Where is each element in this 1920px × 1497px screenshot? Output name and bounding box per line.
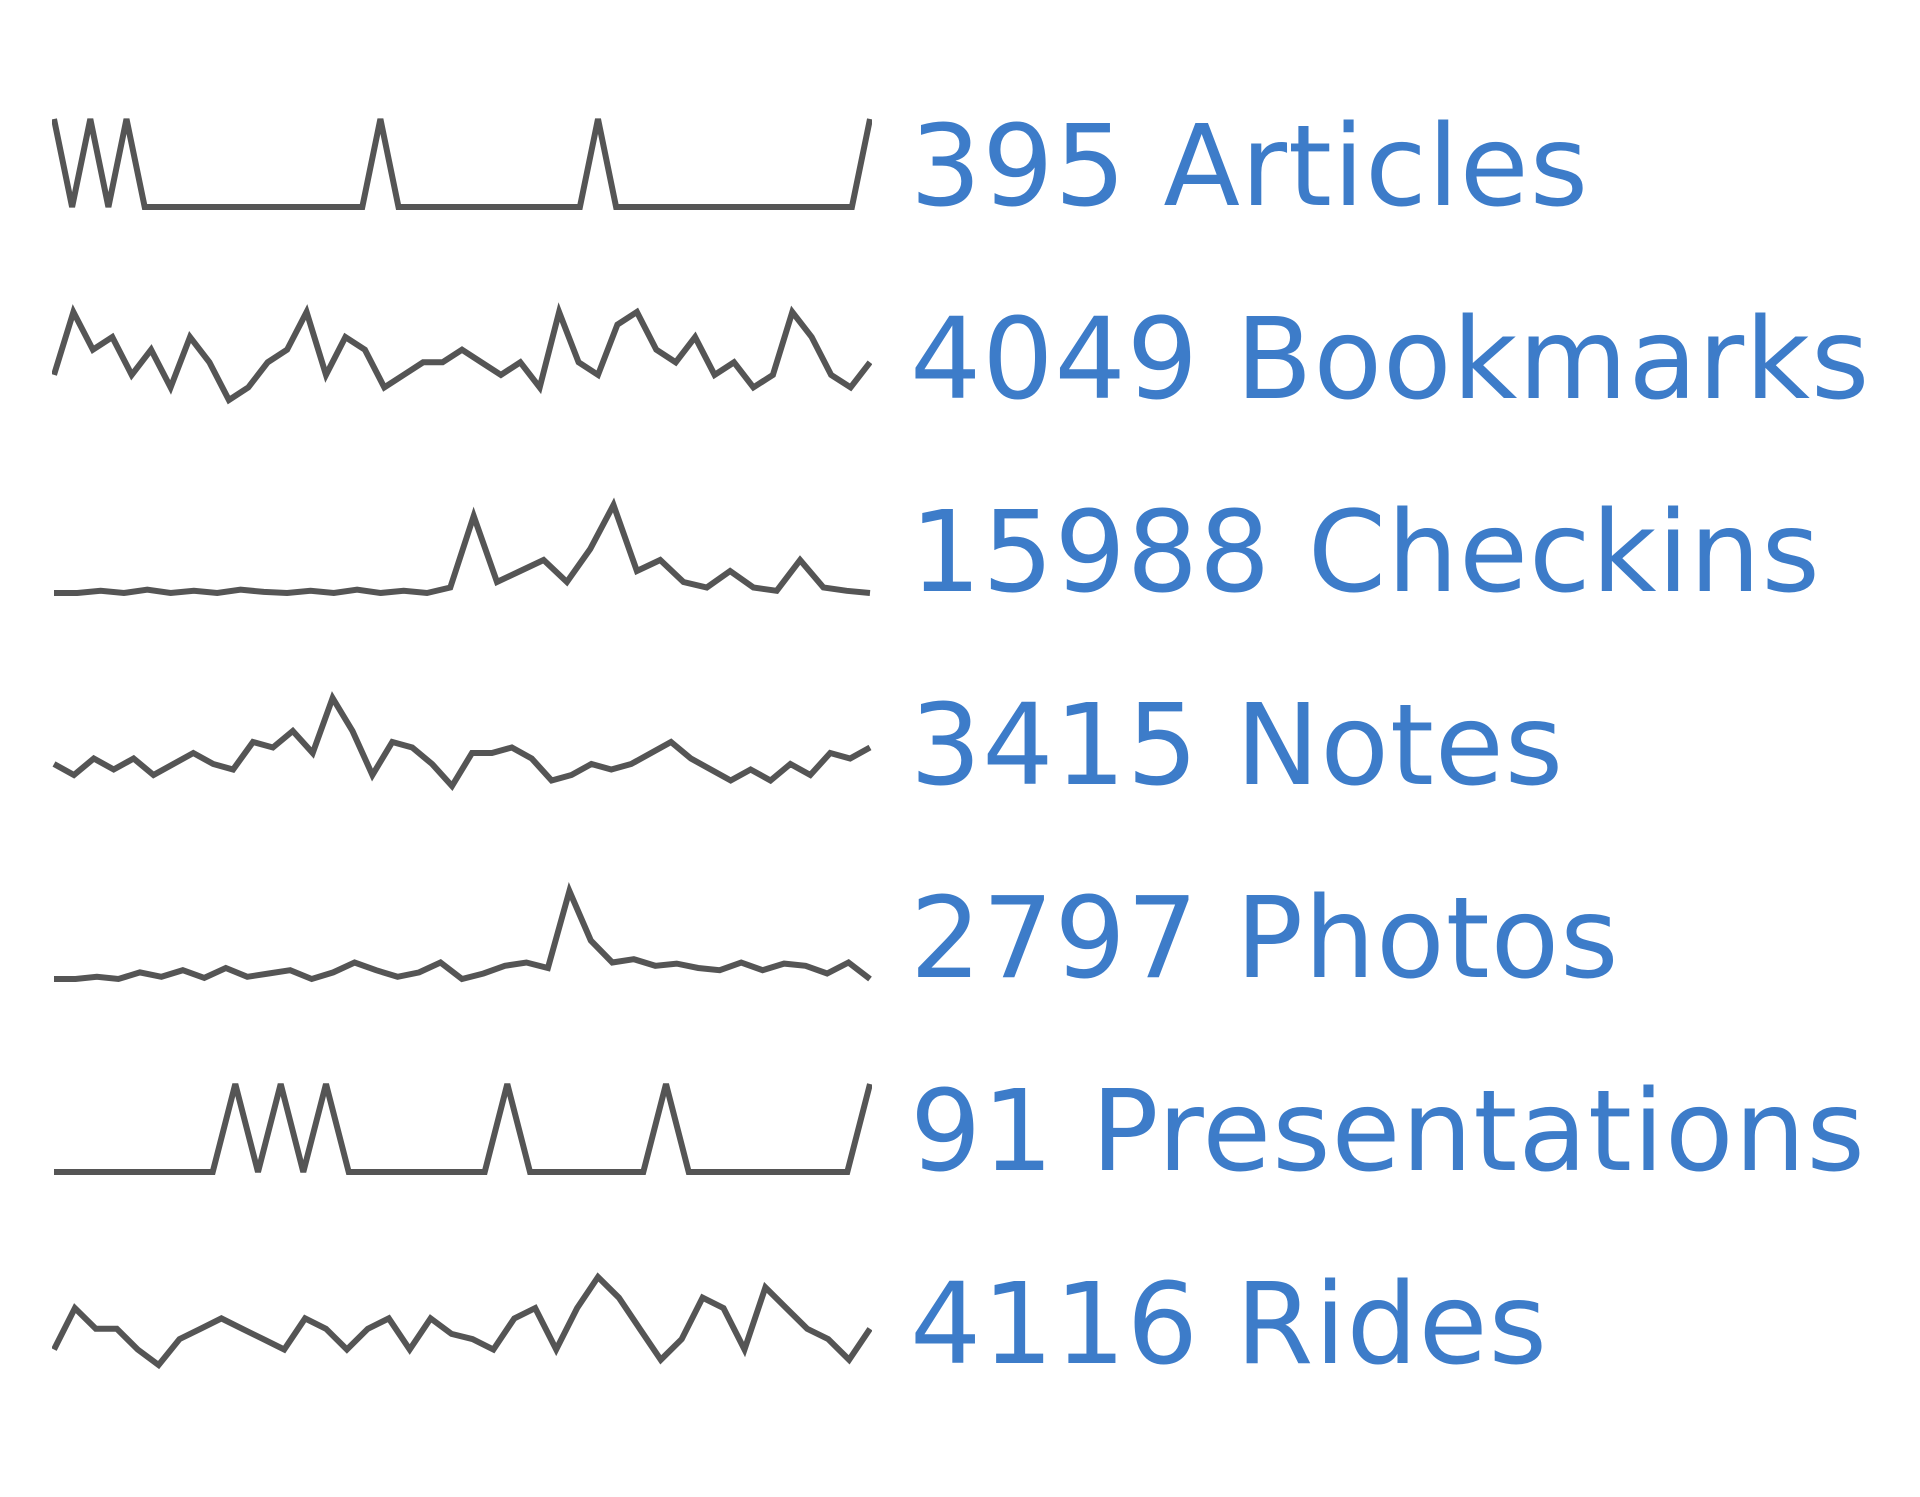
- sparkline-checkins: [54, 497, 871, 596]
- stat-label: Presentations: [1091, 1066, 1866, 1197]
- stat-row-photos: 2797 Photos: [52, 842, 1892, 1035]
- sparkline-series-line: [52, 690, 872, 791]
- stat-label: Checkins: [1307, 487, 1821, 618]
- stat-row-checkins: 15988 Checkins: [52, 456, 1892, 649]
- stat-row-notes: 3415 Notes: [52, 649, 1892, 842]
- stat-count: 3415: [910, 680, 1200, 811]
- sparkline-rides: [52, 1271, 872, 1369]
- stat-count: 91: [910, 1066, 1055, 1197]
- sparkline-notes: [52, 690, 872, 791]
- stat-row-bookmarks: 4049 Bookmarks: [52, 263, 1892, 456]
- stat-row-articles: 395 Articles: [52, 70, 1892, 263]
- sparkline-series-line: [52, 301, 872, 404]
- stat-link-notes[interactable]: 3415 Notes: [910, 690, 1564, 802]
- stat-row-rides: 4116 Rides: [52, 1228, 1892, 1421]
- stat-row-presentations: 91 Presentations: [52, 1035, 1892, 1228]
- sparkline-series-line: [52, 117, 872, 210]
- stat-link-articles[interactable]: 395 Articles: [910, 111, 1589, 223]
- stats-list: 395 Articles 4049 Bookmarks 15988 Checki…: [52, 70, 1892, 1421]
- stat-label: Articles: [1163, 101, 1590, 232]
- stat-label: Bookmarks: [1235, 294, 1871, 425]
- stat-label: Photos: [1235, 873, 1620, 1004]
- sparkline-photos: [54, 881, 872, 982]
- sparkline-series-line: [52, 1271, 872, 1369]
- stat-link-checkins[interactable]: 15988 Checkins: [910, 497, 1821, 609]
- stat-count: 4116: [910, 1259, 1200, 1390]
- stat-count: 4049: [910, 294, 1200, 425]
- stat-label: Notes: [1235, 680, 1565, 811]
- sparkline-series-line: [54, 881, 872, 982]
- sparkline-articles: [52, 117, 872, 210]
- sparkline-series-line: [54, 1082, 872, 1175]
- stat-count: 395: [910, 101, 1127, 232]
- stat-link-bookmarks[interactable]: 4049 Bookmarks: [910, 304, 1870, 416]
- sparkline-series-line: [54, 497, 871, 596]
- stat-count: 15988: [910, 487, 1272, 618]
- sparkline-bookmarks: [52, 301, 872, 404]
- stat-link-rides[interactable]: 4116 Rides: [910, 1269, 1548, 1381]
- stat-count: 2797: [910, 873, 1200, 1004]
- stat-label: Rides: [1235, 1259, 1548, 1390]
- stat-link-presentations[interactable]: 91 Presentations: [910, 1076, 1866, 1188]
- stat-link-photos[interactable]: 2797 Photos: [910, 883, 1619, 995]
- sparkline-presentations: [54, 1082, 872, 1175]
